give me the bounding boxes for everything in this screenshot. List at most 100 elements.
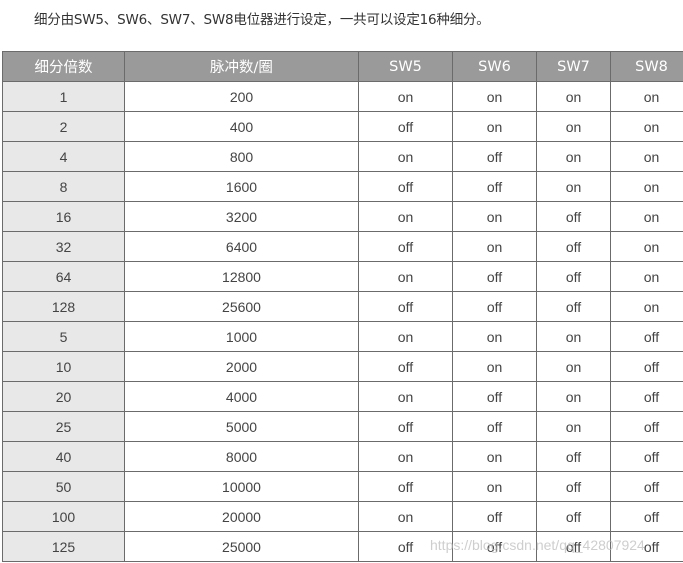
cell-pulses: 1600 — [124, 171, 359, 202]
cell-microstep: 40 — [2, 441, 125, 472]
cell-sw8: off — [610, 531, 683, 562]
cell-sw8: on — [610, 111, 683, 142]
cell-pulses: 10000 — [124, 471, 359, 502]
cell-sw8: off — [610, 441, 683, 472]
cell-sw5: off — [358, 111, 453, 142]
table-row: 64 12800 on off off on — [2, 261, 683, 292]
cell-microstep: 5 — [2, 321, 125, 352]
table-row: 50 10000 off on off off — [2, 471, 683, 502]
cell-pulses: 3200 — [124, 201, 359, 232]
cell-sw5: off — [358, 351, 453, 382]
header-sw7: SW7 — [536, 51, 611, 82]
cell-microstep: 4 — [2, 141, 125, 172]
cell-sw6: on — [452, 471, 537, 502]
cell-sw7: off — [536, 291, 611, 322]
cell-sw6: off — [452, 501, 537, 532]
cell-sw8: off — [610, 381, 683, 412]
cell-sw5: on — [358, 501, 453, 532]
cell-sw6: on — [452, 111, 537, 142]
cell-pulses: 20000 — [124, 501, 359, 532]
header-microstep: 细分倍数 — [2, 51, 125, 82]
table-row: 40 8000 on on off off — [2, 441, 683, 472]
table-row: 32 6400 off on off on — [2, 231, 683, 262]
cell-sw5: on — [358, 261, 453, 292]
table-row: 25 5000 off off on off — [2, 411, 683, 442]
header-pulses-per-rev: 脉冲数/圈 — [124, 51, 359, 82]
cell-sw8: on — [610, 291, 683, 322]
header-sw8: SW8 — [610, 51, 683, 82]
cell-sw7: on — [536, 321, 611, 352]
cell-pulses: 25000 — [124, 531, 359, 562]
cell-sw5: on — [358, 81, 453, 112]
cell-sw6: off — [452, 381, 537, 412]
cell-sw7: on — [536, 111, 611, 142]
cell-pulses: 1000 — [124, 321, 359, 352]
cell-sw7: off — [536, 501, 611, 532]
intro-paragraph: 细分由SW5、SW6、SW7、SW8电位器进行设定，一共可以设定16种细分。 — [34, 12, 490, 28]
cell-microstep: 2 — [2, 111, 125, 142]
cell-sw5: off — [358, 231, 453, 262]
cell-sw7: off — [536, 261, 611, 292]
cell-sw7: on — [536, 141, 611, 172]
cell-sw8: on — [610, 261, 683, 292]
cell-sw5: on — [358, 201, 453, 232]
cell-pulses: 800 — [124, 141, 359, 172]
table-row: 4 800 on off on on — [2, 141, 683, 172]
table-row: 10 2000 off on on off — [2, 351, 683, 382]
cell-sw5: on — [358, 141, 453, 172]
cell-microstep: 1 — [2, 81, 125, 112]
cell-sw7: on — [536, 411, 611, 442]
table-row: 1 200 on on on on — [2, 81, 683, 112]
cell-sw8: on — [610, 81, 683, 112]
cell-sw8: on — [610, 201, 683, 232]
cell-microstep: 128 — [2, 291, 125, 322]
cell-sw7: off — [536, 231, 611, 262]
cell-microstep: 32 — [2, 231, 125, 262]
cell-sw5: off — [358, 531, 453, 562]
cell-sw5: off — [358, 471, 453, 502]
cell-sw7: off — [536, 441, 611, 472]
cell-microstep: 125 — [2, 531, 125, 562]
cell-sw5: off — [358, 291, 453, 322]
table-row: 2 400 off on on on — [2, 111, 683, 142]
cell-sw7: off — [536, 531, 611, 562]
cell-sw6: on — [452, 231, 537, 262]
cell-sw5: on — [358, 321, 453, 352]
cell-pulses: 4000 — [124, 381, 359, 412]
cell-sw5: on — [358, 441, 453, 472]
cell-sw6: on — [452, 441, 537, 472]
cell-sw8: on — [610, 171, 683, 202]
cell-sw7: on — [536, 171, 611, 202]
cell-sw8: off — [610, 351, 683, 382]
cell-microstep: 64 — [2, 261, 125, 292]
cell-sw7: off — [536, 471, 611, 502]
cell-sw6: off — [452, 141, 537, 172]
cell-sw8: off — [610, 471, 683, 502]
cell-sw6: on — [452, 321, 537, 352]
cell-pulses: 400 — [124, 111, 359, 142]
cell-microstep: 8 — [2, 171, 125, 202]
cell-sw7: off — [536, 201, 611, 232]
cell-microstep: 50 — [2, 471, 125, 502]
cell-microstep: 25 — [2, 411, 125, 442]
microstep-settings-table: 细分倍数 脉冲数/圈 SW5 SW6 SW7 SW8 1 200 on on on on 2… — [2, 51, 683, 562]
cell-pulses: 2000 — [124, 351, 359, 382]
table-header-row: 细分倍数 脉冲数/圈 SW5 SW6 SW7 SW8 — [2, 51, 683, 82]
cell-sw6: off — [452, 411, 537, 442]
cell-sw7: on — [536, 81, 611, 112]
cell-sw5: off — [358, 411, 453, 442]
cell-microstep: 10 — [2, 351, 125, 382]
cell-sw6: off — [452, 171, 537, 202]
cell-microstep: 16 — [2, 201, 125, 232]
header-sw5: SW5 — [358, 51, 453, 82]
cell-sw8: on — [610, 231, 683, 262]
table-row: 16 3200 on on off on — [2, 201, 683, 232]
cell-sw6: on — [452, 351, 537, 382]
table-row: 5 1000 on on on off — [2, 321, 683, 352]
cell-sw6: off — [452, 531, 537, 562]
cell-sw8: off — [610, 411, 683, 442]
table-row: 128 25600 off off off on — [2, 291, 683, 322]
cell-microstep: 100 — [2, 501, 125, 532]
table-row: 20 4000 on off on off — [2, 381, 683, 412]
cell-pulses: 5000 — [124, 411, 359, 442]
